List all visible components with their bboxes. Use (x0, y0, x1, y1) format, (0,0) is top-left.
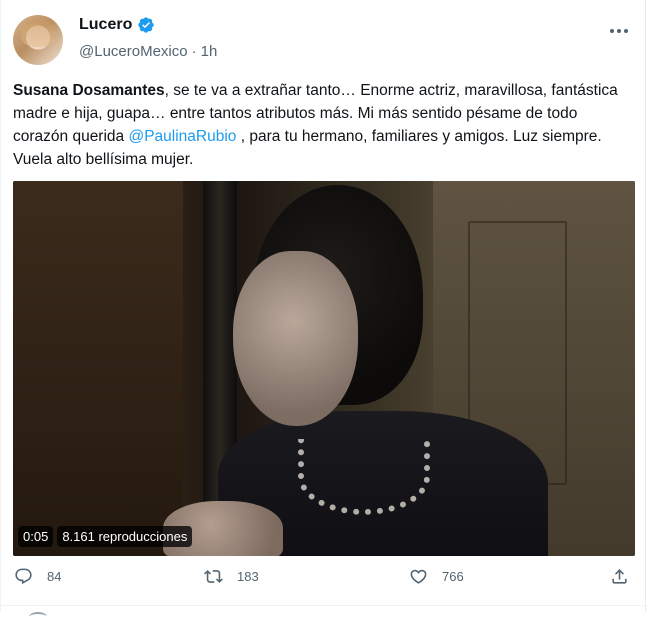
divider (1, 605, 647, 606)
mention-link[interactable]: @PaulinaRubio (128, 128, 236, 145)
video-duration: 0:05 (18, 526, 54, 547)
video-player[interactable]: 0:05 8.161 reproducciones (13, 181, 635, 556)
retweet-icon (204, 570, 223, 583)
verified-badge-icon (138, 17, 155, 33)
retweet-button[interactable]: 183 (204, 567, 259, 586)
video-scene-face (233, 251, 358, 426)
video-info-badge: 0:05 8.161 reproducciones (18, 526, 193, 547)
video-frame-scene (13, 181, 183, 556)
more-options-icon[interactable] (610, 22, 634, 40)
share-button[interactable] (610, 567, 629, 586)
reply-icon (15, 568, 32, 585)
reply-button[interactable]: 84 (14, 567, 61, 586)
next-tweet-hint (29, 612, 47, 622)
avatar[interactable] (13, 15, 63, 65)
author-name-row: Lucero (79, 16, 155, 34)
reply-count: 84 (47, 569, 62, 584)
handle-row: @LuceroMexico · 1h (79, 43, 217, 60)
tweet-text-bold: Susana Dosamantes (13, 82, 165, 99)
share-icon (612, 569, 627, 584)
handle[interactable]: @LuceroMexico (79, 43, 188, 60)
display-name[interactable]: Lucero (79, 16, 132, 34)
like-button[interactable]: 766 (409, 567, 464, 586)
timestamp[interactable]: 1h (201, 43, 218, 60)
heart-icon (410, 569, 427, 584)
video-views: 8.161 reproducciones (57, 526, 193, 547)
video-scene-lace (298, 439, 430, 515)
tweet-actions: 84 183 766 (1, 567, 647, 595)
tweet-card[interactable]: Lucero @LuceroMexico · 1h Susana Dosaman… (0, 0, 647, 614)
separator-dot: · (191, 43, 197, 60)
retweet-count: 183 (237, 569, 259, 584)
tweet-text: Susana Dosamantes, se te va a extrañar t… (13, 79, 635, 171)
like-count: 766 (442, 569, 464, 584)
